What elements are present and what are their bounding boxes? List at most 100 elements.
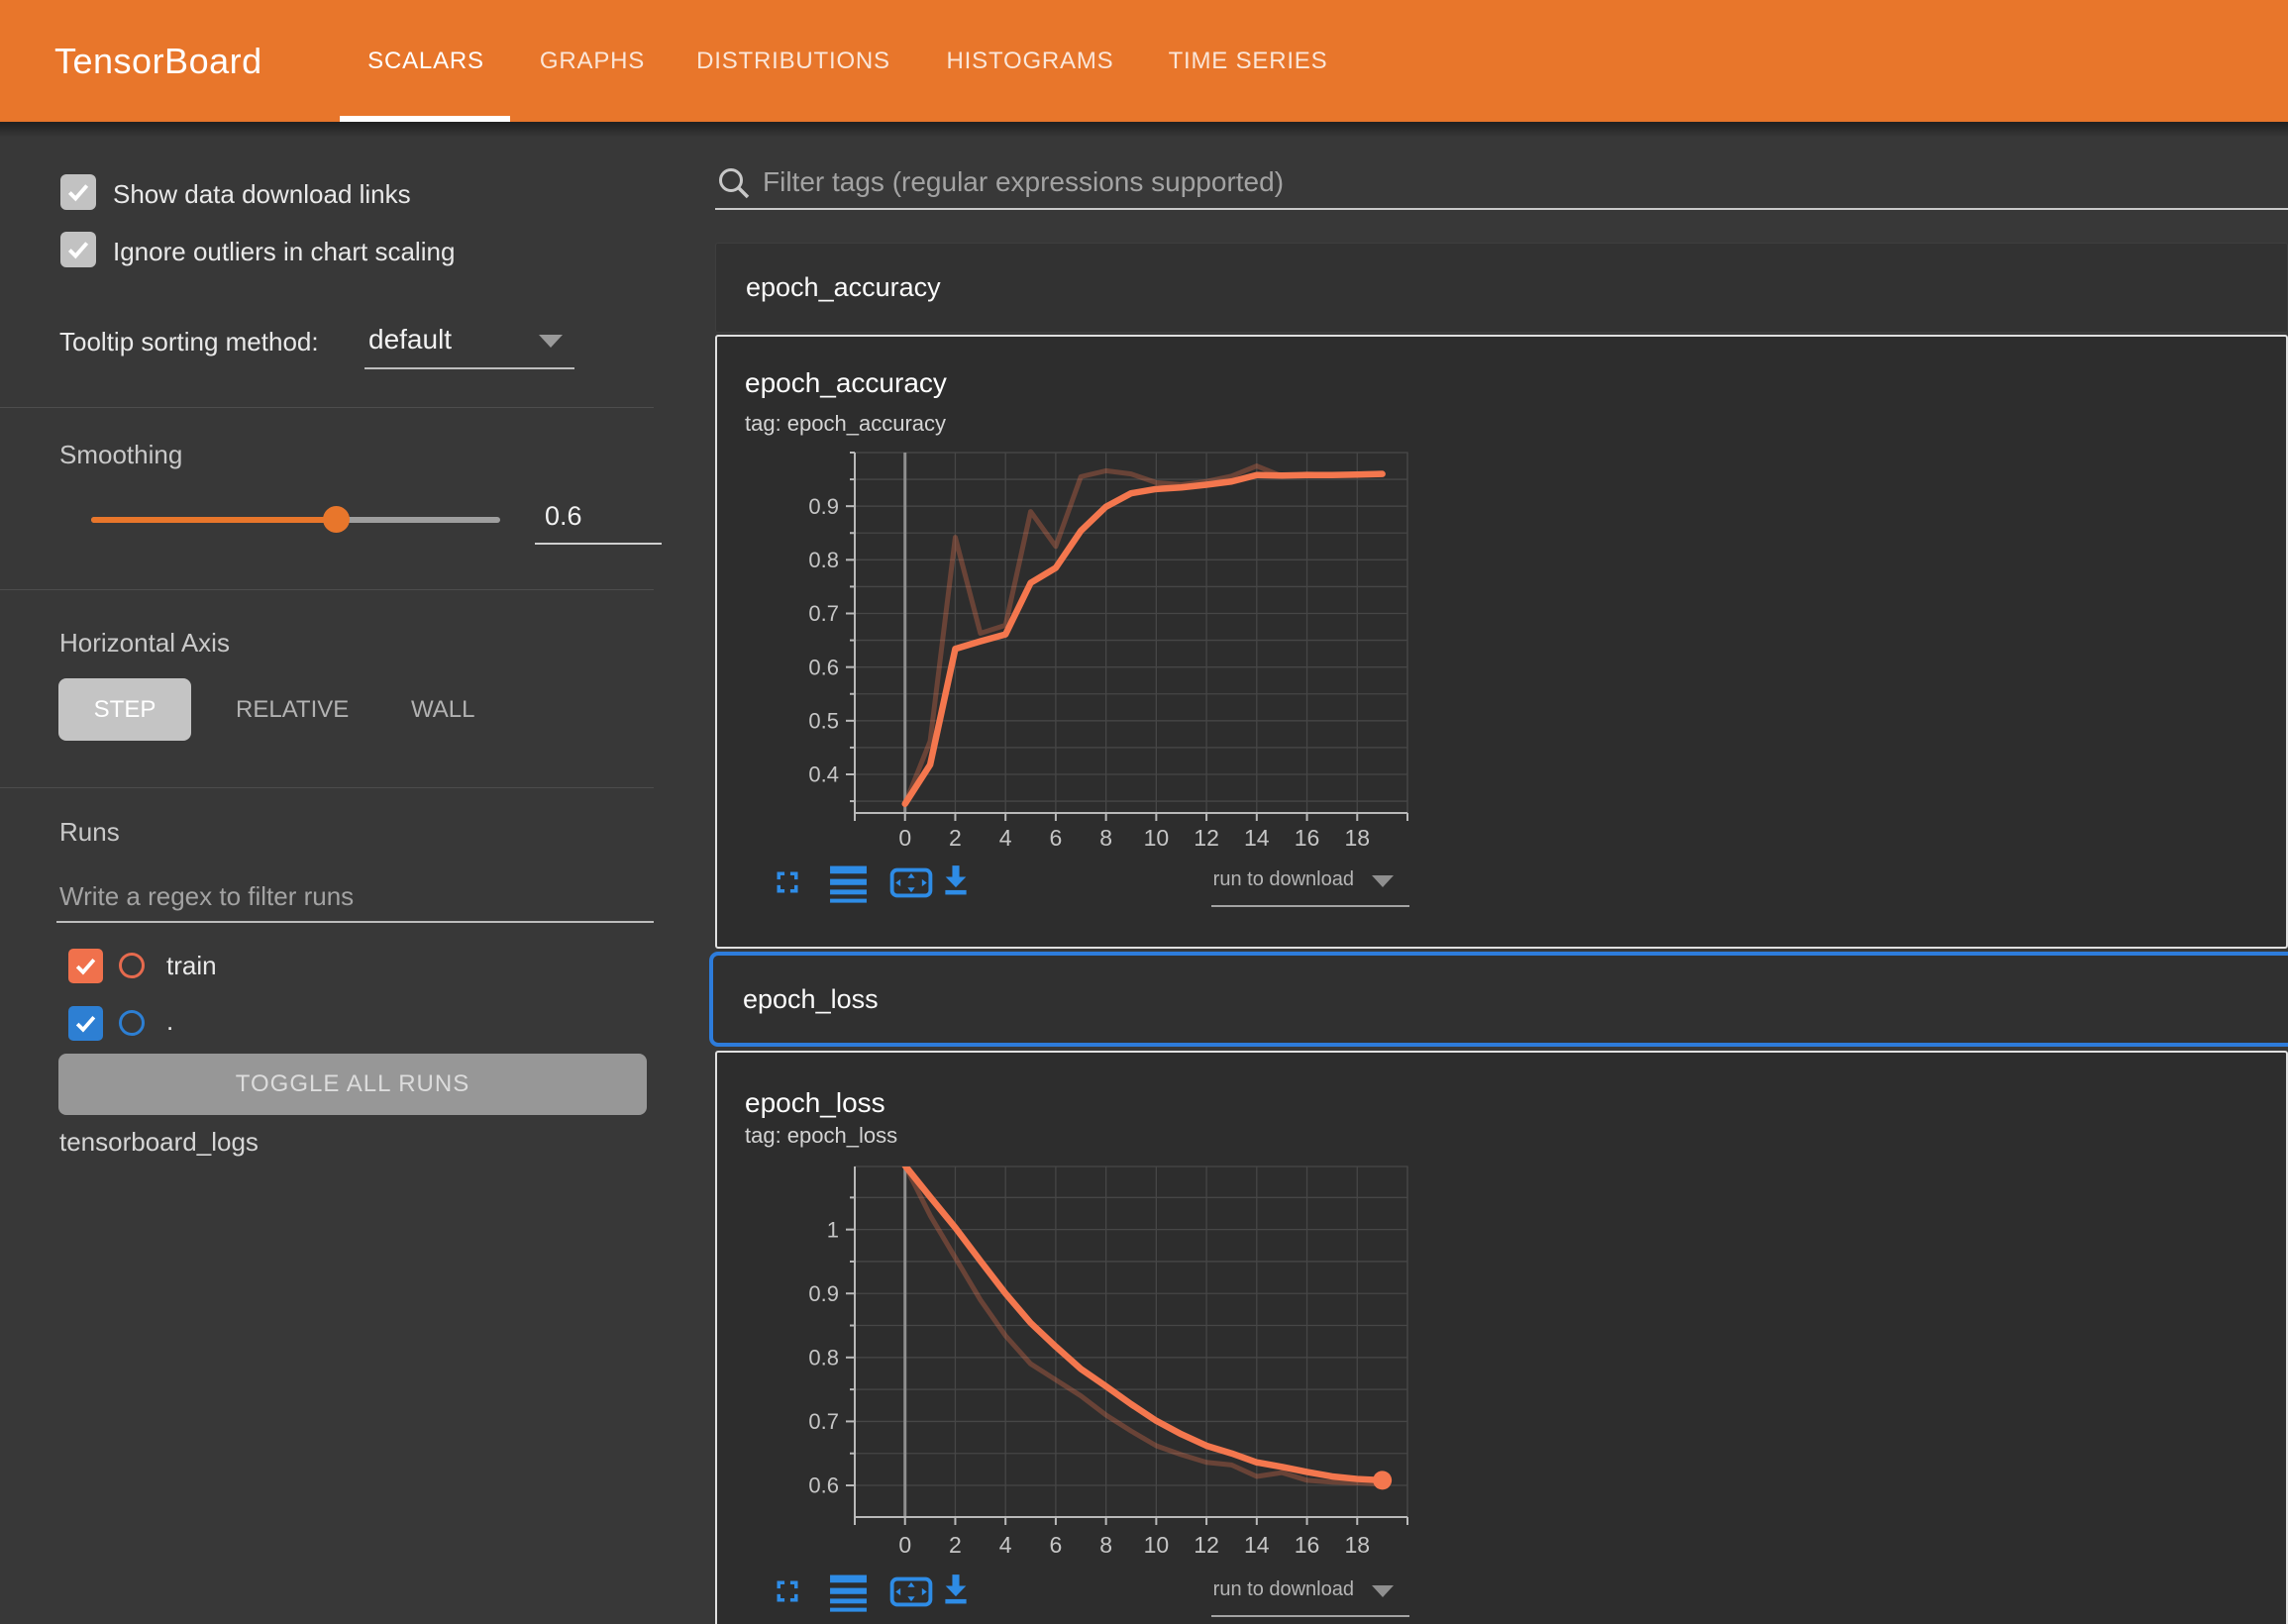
section-header-epoch-loss[interactable]: epoch_loss: [709, 952, 2288, 1047]
log-dir-label: tensorboard_logs: [59, 1127, 259, 1158]
check-icon: [65, 237, 91, 262]
smoothing-value-underline: [535, 543, 662, 545]
app-header: [0, 0, 2288, 122]
axis-relative-button[interactable]: RELATIVE: [226, 678, 359, 741]
check-icon: [73, 1011, 98, 1036]
svg-text:0.7: 0.7: [808, 601, 839, 626]
svg-text:14: 14: [1244, 1532, 1270, 1558]
svg-text:0.8: 0.8: [808, 548, 839, 572]
smoothing-value-input[interactable]: 0.6: [545, 501, 582, 532]
app-logo: TensorBoard: [54, 0, 262, 122]
svg-text:10: 10: [1144, 825, 1170, 851]
run-to-download-select[interactable]: run to download: [1090, 868, 1354, 891]
smoothing-slider-knob[interactable]: [323, 506, 350, 533]
runs-filter-input[interactable]: Write a regex to filter runs: [59, 881, 354, 912]
run-dot-label: .: [166, 1006, 173, 1037]
header-shadow: [0, 122, 2288, 138]
svg-text:0: 0: [898, 1532, 911, 1558]
run-train-checkbox[interactable]: [68, 949, 103, 983]
tooltip-sorting-underline: [364, 367, 574, 369]
svg-text:6: 6: [1050, 1532, 1063, 1558]
svg-text:8: 8: [1099, 825, 1112, 851]
check-icon: [73, 954, 98, 978]
runs-filter-underline: [56, 921, 654, 923]
show-download-links-label: Show data download links: [113, 179, 411, 210]
svg-text:14: 14: [1244, 825, 1270, 851]
chart-tag: tag: epoch_loss: [745, 1123, 897, 1149]
show-download-links-checkbox[interactable]: [60, 174, 96, 210]
section-title: epoch_loss: [713, 984, 879, 1015]
epoch-accuracy-chart[interactable]: 0.4 0.5 0.6 0.7 0.8 0.9 0 2 4 6 8 10 12 14 16 18: [733, 426, 1486, 852]
chart-title: epoch_accuracy: [745, 367, 947, 399]
section-header-epoch-accuracy[interactable]: epoch_accuracy: [715, 243, 2288, 333]
svg-text:10: 10: [1144, 1532, 1170, 1558]
run-to-download-underline: [1211, 1615, 1409, 1617]
svg-text:2: 2: [949, 825, 962, 851]
svg-text:1: 1: [827, 1217, 839, 1242]
run-dot-color-ring: [119, 1010, 145, 1036]
svg-text:0.9: 0.9: [808, 1281, 839, 1306]
smoothing-label: Smoothing: [59, 440, 182, 470]
svg-text:16: 16: [1295, 1532, 1320, 1558]
svg-text:0.9: 0.9: [808, 494, 839, 519]
horizontal-axis-label: Horizontal Axis: [59, 628, 230, 659]
run-dot-checkbox[interactable]: [68, 1006, 103, 1041]
svg-text:4: 4: [999, 1532, 1012, 1558]
run-to-download-underline: [1211, 905, 1409, 907]
svg-text:18: 18: [1344, 1532, 1370, 1558]
expand-icon[interactable]: [773, 868, 802, 896]
runs-label: Runs: [59, 817, 120, 848]
chevron-down-icon[interactable]: [1372, 1585, 1394, 1597]
axis-wall-button[interactable]: WALL: [401, 678, 484, 741]
download-icon[interactable]: [939, 1572, 973, 1607]
filter-tags-underline: [715, 208, 2288, 210]
svg-text:12: 12: [1194, 825, 1219, 851]
svg-text:4: 4: [999, 825, 1012, 851]
tooltip-sorting-dropdown[interactable]: default: [368, 324, 452, 355]
run-train-label: train: [166, 951, 217, 981]
tooltip-sorting-label: Tooltip sorting method:: [59, 327, 319, 357]
ignore-outliers-checkbox[interactable]: [60, 232, 96, 267]
run-train-color-ring: [119, 953, 145, 978]
svg-text:2: 2: [949, 1532, 962, 1558]
epoch-loss-chart[interactable]: 0.60.70.80.91024681012141618: [733, 1149, 1486, 1624]
svg-text:12: 12: [1194, 1532, 1219, 1558]
svg-text:0.4: 0.4: [808, 762, 839, 787]
active-tab-underline: [340, 116, 510, 122]
tab-distributions[interactable]: DISTRIBUTIONS: [696, 0, 890, 122]
tab-time-series[interactable]: TIME SERIES: [1169, 0, 1328, 122]
divider: [0, 787, 654, 788]
chevron-down-icon[interactable]: [539, 335, 563, 348]
log-scale-icon[interactable]: [830, 1573, 867, 1613]
svg-text:0.6: 0.6: [808, 655, 839, 679]
svg-text:16: 16: [1295, 825, 1320, 851]
log-scale-icon[interactable]: [830, 864, 867, 904]
tab-graphs[interactable]: GRAPHS: [540, 0, 645, 122]
download-icon[interactable]: [939, 863, 973, 898]
ignore-outliers-label: Ignore outliers in chart scaling: [113, 237, 455, 267]
divider: [0, 589, 654, 590]
svg-text:0: 0: [898, 825, 911, 851]
search-icon: [715, 164, 753, 202]
tab-histograms[interactable]: HISTOGRAMS: [947, 0, 1114, 122]
filter-tags-input[interactable]: Filter tags (regular expressions support…: [763, 166, 1284, 198]
fit-domain-icon[interactable]: [888, 867, 934, 898]
expand-icon[interactable]: [773, 1577, 802, 1605]
chevron-down-icon[interactable]: [1372, 875, 1394, 887]
svg-text:18: 18: [1344, 825, 1370, 851]
tensorboard-app: TensorBoard SCALARS GRAPHS DISTRIBUTIONS…: [0, 0, 2288, 1624]
svg-text:0.5: 0.5: [808, 709, 839, 734]
fit-domain-icon[interactable]: [888, 1576, 934, 1607]
svg-text:0.6: 0.6: [808, 1473, 839, 1498]
svg-text:0.7: 0.7: [808, 1409, 839, 1434]
chart-title: epoch_loss: [745, 1087, 885, 1119]
run-to-download-select[interactable]: run to download: [1090, 1578, 1354, 1601]
toggle-all-runs-button[interactable]: TOGGLE ALL RUNS: [58, 1054, 647, 1115]
svg-text:8: 8: [1099, 1532, 1112, 1558]
svg-text:6: 6: [1050, 825, 1063, 851]
section-title: epoch_accuracy: [716, 272, 941, 303]
smoothing-slider-fill: [91, 517, 337, 523]
tab-scalars[interactable]: SCALARS: [367, 0, 484, 122]
axis-step-button[interactable]: STEP: [58, 678, 191, 741]
svg-text:0.8: 0.8: [808, 1346, 839, 1370]
